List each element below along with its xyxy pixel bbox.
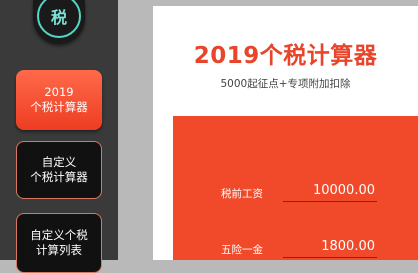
sidebar-item-label: 自定义 个税计算器 bbox=[30, 155, 88, 184]
sidebar-item-custom-tax-list[interactable]: 自定义个税 计算列表 bbox=[16, 213, 102, 273]
sidebar-item-2019-tax-calculator[interactable]: 2019 个税计算器 bbox=[16, 70, 102, 130]
sidebar: 税 2019 个税计算器 自定义 个税计算器 自定义个税 计算列表 bbox=[0, 0, 118, 273]
app-logo: 税 bbox=[33, 0, 85, 44]
page-title: 2019个税计算器 bbox=[193, 43, 378, 69]
calculator-form: 税前工资 10000.00 五险一金 1800.00 bbox=[173, 116, 418, 260]
pre-tax-salary-label: 税前工资 bbox=[221, 188, 263, 200]
pre-tax-salary-field[interactable]: 10000.00 bbox=[283, 182, 377, 202]
sidebar-item-label: 2019 个税计算器 bbox=[30, 85, 88, 114]
social-insurance-label: 五险一金 bbox=[221, 244, 263, 256]
main-panel: 2019个税计算器 5000起征点+专项附加扣除 税前工资 10000.00 五… bbox=[153, 6, 418, 260]
page-subtitle: 5000起征点+专项附加扣除 bbox=[220, 78, 351, 90]
sidebar-item-custom-tax-calculator[interactable]: 自定义 个税计算器 bbox=[16, 141, 102, 199]
tax-logo-icon: 税 bbox=[37, 0, 81, 38]
sidebar-item-label: 自定义个税 计算列表 bbox=[30, 228, 88, 257]
social-insurance-field[interactable]: 1800.00 bbox=[283, 238, 377, 258]
